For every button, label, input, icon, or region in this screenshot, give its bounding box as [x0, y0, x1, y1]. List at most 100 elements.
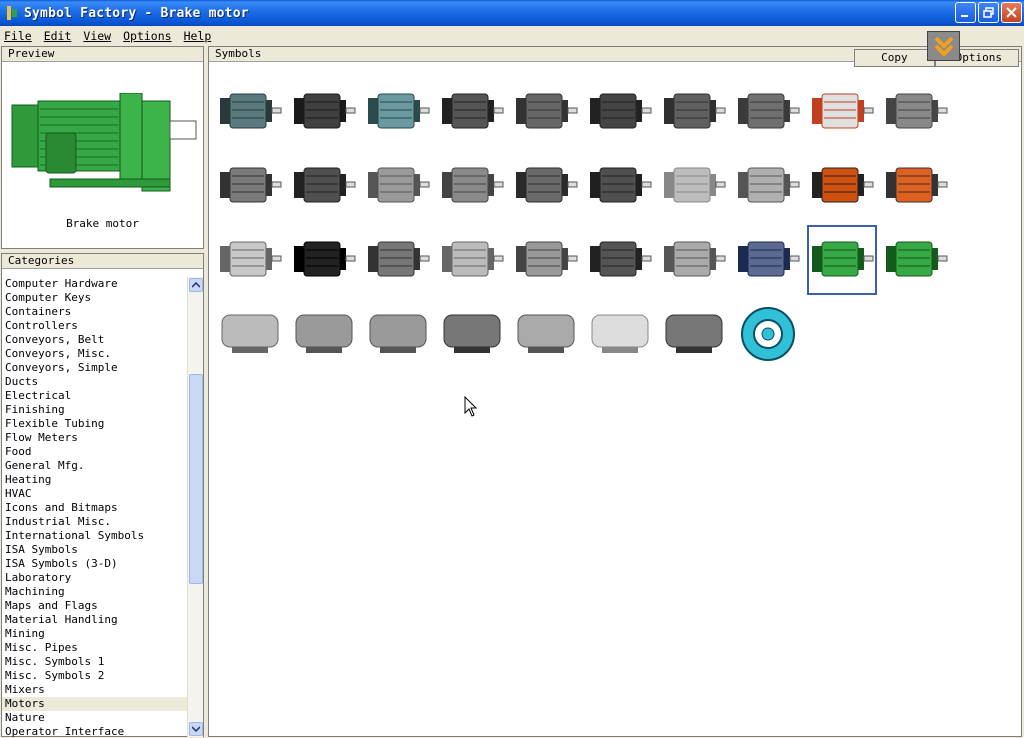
- motor-symbol-thumbnail[interactable]: [585, 299, 655, 369]
- category-item[interactable]: HVAC: [2, 487, 187, 501]
- category-item[interactable]: International Symbols: [2, 529, 187, 543]
- category-item[interactable]: ISA Symbols (3-D): [2, 557, 187, 571]
- motor-symbol-thumbnail[interactable]: [437, 151, 507, 221]
- motor-symbol-thumbnail[interactable]: [585, 77, 655, 147]
- categories-panel: Categories Computer Hardware Computer Key…: [1, 253, 204, 737]
- motor-symbol-thumbnail[interactable]: [289, 151, 359, 221]
- motor-symbol-thumbnail[interactable]: [511, 151, 581, 221]
- motor-symbol-thumbnail[interactable]: [363, 299, 433, 369]
- motor-symbol-thumbnail[interactable]: [437, 299, 507, 369]
- motor-symbol-thumbnail[interactable]: [733, 77, 803, 147]
- menu-help[interactable]: Help: [184, 29, 212, 43]
- motor-symbol-thumbnail[interactable]: [659, 151, 729, 221]
- motor-symbol-thumbnail[interactable]: [215, 77, 285, 147]
- category-item[interactable]: Misc. Pipes: [2, 641, 187, 655]
- motor-symbol-thumbnail[interactable]: [437, 225, 507, 295]
- category-item[interactable]: Conveyors, Belt: [2, 333, 187, 347]
- motor-housing-icon: [221, 314, 279, 353]
- category-item[interactable]: Nature: [2, 711, 187, 725]
- motor-symbol-thumbnail[interactable]: [363, 151, 433, 221]
- category-item[interactable]: Ducts: [2, 375, 187, 389]
- motor-housing-icon: [665, 314, 723, 353]
- scroll-up-button[interactable]: [189, 278, 203, 292]
- category-item[interactable]: Motors: [2, 697, 187, 711]
- electric-motor-icon: [664, 93, 726, 129]
- motor-symbol-thumbnail[interactable]: [659, 299, 729, 369]
- motor-symbol-thumbnail[interactable]: [511, 77, 581, 147]
- menu-options[interactable]: Options: [123, 29, 171, 43]
- motor-symbol-thumbnail[interactable]: [659, 225, 729, 295]
- category-item[interactable]: Flow Meters: [2, 431, 187, 445]
- motor-symbol-thumbnail[interactable]: [215, 299, 285, 369]
- motor-symbol-thumbnail[interactable]: [733, 151, 803, 221]
- category-item[interactable]: ISA Symbols: [2, 543, 187, 557]
- category-item[interactable]: Electrical: [2, 389, 187, 403]
- motor-symbol-thumbnail[interactable]: [807, 151, 877, 221]
- category-item[interactable]: Conveyors, Simple: [2, 361, 187, 375]
- restore-button[interactable]: [978, 2, 999, 23]
- category-item[interactable]: Icons and Bitmaps: [2, 501, 187, 515]
- brake-motor-preview-image: [11, 93, 197, 192]
- category-item[interactable]: Containers: [2, 305, 187, 319]
- restore-icon: [983, 7, 994, 18]
- motor-symbol-thumbnail[interactable]: [289, 77, 359, 147]
- scroll-down-button[interactable]: [189, 722, 203, 736]
- category-item[interactable]: Computer Keys: [2, 291, 187, 305]
- menu-file[interactable]: File: [4, 29, 32, 43]
- category-item[interactable]: Mixers: [2, 683, 187, 697]
- motor-symbol-thumbnail[interactable]: [585, 225, 655, 295]
- category-item[interactable]: Laboratory: [2, 571, 187, 585]
- motor-symbol-thumbnail[interactable]: [807, 225, 877, 295]
- motor-symbol-thumbnail[interactable]: [363, 225, 433, 295]
- electric-motor-icon: [294, 167, 356, 203]
- category-item[interactable]: Industrial Misc.: [2, 515, 187, 529]
- motor-symbol-thumbnail[interactable]: [215, 225, 285, 295]
- category-item[interactable]: Finishing: [2, 403, 187, 417]
- category-item[interactable]: Food: [2, 445, 187, 459]
- motor-symbol-thumbnail[interactable]: [733, 225, 803, 295]
- title-bar: Symbol Factory - Brake motor: [0, 0, 1024, 26]
- motor-symbol-thumbnail[interactable]: [807, 77, 877, 147]
- motor-symbol-thumbnail[interactable]: [733, 299, 803, 369]
- scroll-thumb[interactable]: [189, 374, 203, 584]
- close-button[interactable]: [1001, 2, 1022, 23]
- motor-symbol-thumbnail[interactable]: [881, 225, 951, 295]
- category-item[interactable]: Material Handling: [2, 613, 187, 627]
- motor-symbol-thumbnail[interactable]: [511, 299, 581, 369]
- motor-symbol-thumbnail[interactable]: [585, 151, 655, 221]
- motor-symbol-thumbnail[interactable]: [437, 77, 507, 147]
- category-item[interactable]: Operator Interface: [2, 725, 187, 737]
- category-item[interactable]: General Mfg.: [2, 459, 187, 473]
- menu-view[interactable]: View: [83, 29, 111, 43]
- motor-symbol-thumbnail[interactable]: [881, 77, 951, 147]
- minimize-button[interactable]: [955, 2, 976, 23]
- electric-motor-icon: [220, 93, 282, 129]
- category-item[interactable]: Misc. Symbols 1: [2, 655, 187, 669]
- motor-symbol-thumbnail[interactable]: [881, 151, 951, 221]
- electric-motor-icon: [886, 241, 948, 277]
- motor-housing-icon: [369, 314, 427, 353]
- category-item[interactable]: Machining: [2, 585, 187, 599]
- motor-symbol-thumbnail[interactable]: [289, 299, 359, 369]
- motor-symbol-thumbnail[interactable]: [289, 225, 359, 295]
- category-item[interactable]: Flexible Tubing: [2, 417, 187, 431]
- category-item[interactable]: Mining: [2, 627, 187, 641]
- copy-button[interactable]: Copy: [854, 49, 935, 67]
- category-item[interactable]: Computer Hardware: [2, 277, 187, 291]
- motor-housing-icon: [591, 314, 649, 353]
- category-item[interactable]: Maps and Flags: [2, 599, 187, 613]
- categories-scrollbar[interactable]: [187, 277, 203, 737]
- electric-motor-icon: [220, 167, 282, 203]
- category-item[interactable]: Misc. Symbols 2: [2, 669, 187, 683]
- motor-symbol-thumbnail[interactable]: [215, 151, 285, 221]
- category-item[interactable]: Controllers: [2, 319, 187, 333]
- minimize-icon: [961, 15, 968, 17]
- electric-motor-icon: [220, 241, 282, 277]
- motor-symbol-thumbnail[interactable]: [511, 225, 581, 295]
- motor-symbol-thumbnail[interactable]: [363, 77, 433, 147]
- category-item[interactable]: Conveyors, Misc.: [2, 347, 187, 361]
- category-item[interactable]: Heating: [2, 473, 187, 487]
- menu-edit[interactable]: Edit: [44, 29, 72, 43]
- electric-motor-icon: [442, 241, 504, 277]
- motor-symbol-thumbnail[interactable]: [659, 77, 729, 147]
